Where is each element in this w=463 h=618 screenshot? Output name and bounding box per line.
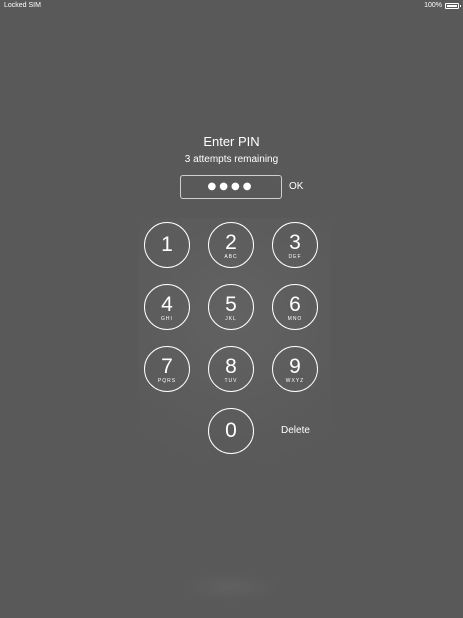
key-letters: PQRS	[157, 378, 177, 384]
key-digit: 1	[161, 233, 173, 256]
key-7[interactable]: 7 PQRS	[144, 346, 190, 392]
carrier-label: Locked SIM	[4, 2, 41, 9]
key-5[interactable]: 5 JKL	[208, 284, 254, 330]
key-digit: 6	[289, 293, 301, 316]
key-digit: 9	[289, 355, 301, 378]
key-letters: MNO	[287, 316, 303, 322]
key-letters: GHI	[161, 316, 173, 322]
battery-percentage: 100%	[424, 2, 442, 9]
battery-icon	[445, 3, 461, 9]
bottom-glow	[180, 572, 280, 602]
ok-button[interactable]: OK	[289, 181, 303, 192]
key-letters: DEF	[288, 254, 302, 260]
key-4[interactable]: 4 GHI	[144, 284, 190, 330]
key-digit: 5	[225, 293, 237, 316]
battery-indicator: 100%	[424, 0, 461, 12]
key-2[interactable]: 2 ABC	[208, 222, 254, 268]
key-letters: WXYZ	[285, 378, 305, 384]
delete-button[interactable]: Delete	[281, 425, 310, 436]
key-8[interactable]: 8 TUV	[208, 346, 254, 392]
key-digit: 4	[161, 293, 173, 316]
key-letters: ABC	[224, 254, 238, 260]
page-title: Enter PIN	[203, 134, 260, 149]
key-digit: 2	[225, 231, 237, 254]
key-digit: 8	[225, 355, 237, 378]
key-digit: 7	[161, 355, 173, 378]
attempts-remaining-text: 3 attempts remaining	[184, 154, 279, 165]
key-digit: 0	[225, 419, 237, 442]
key-letters: TUV	[224, 378, 238, 384]
pin-input[interactable]: ●●●●	[180, 175, 282, 199]
key-6[interactable]: 6 MNO	[272, 284, 318, 330]
key-0[interactable]: 0	[208, 408, 254, 454]
key-1[interactable]: 1	[144, 222, 190, 268]
key-letters: JKL	[225, 316, 237, 322]
key-digit: 3	[289, 231, 301, 254]
key-9[interactable]: 9 WXYZ	[272, 346, 318, 392]
status-bar: Locked SIM 100%	[0, 0, 463, 12]
key-3[interactable]: 3 DEF	[272, 222, 318, 268]
